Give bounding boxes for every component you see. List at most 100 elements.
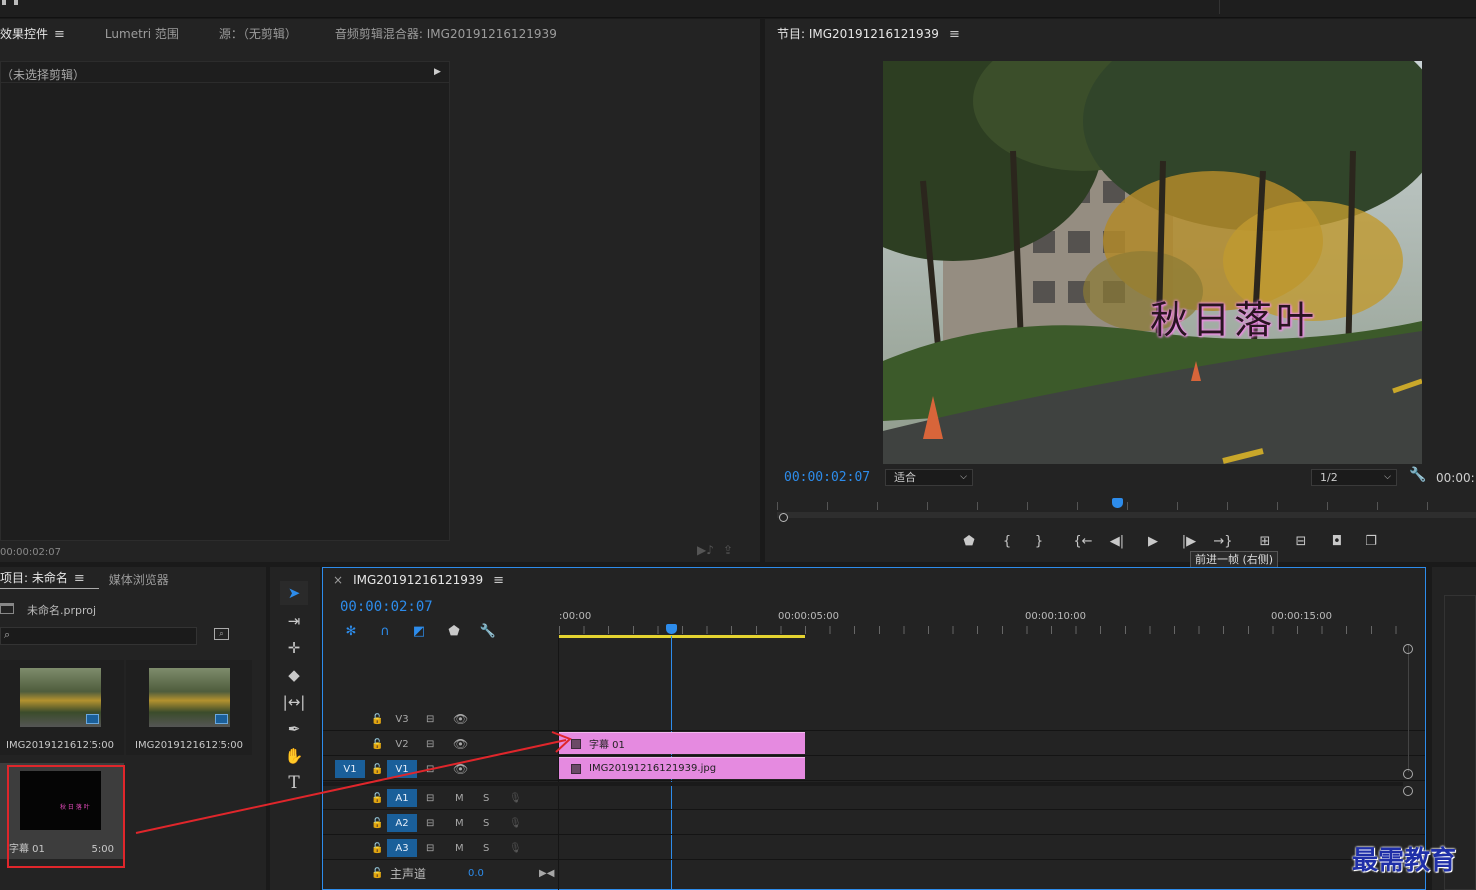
add-marker-icon[interactable]: ⬟: [442, 621, 466, 641]
ruler-label: 00:00:05:00: [778, 611, 840, 622]
razor-tool-icon[interactable]: ◆: [280, 663, 308, 687]
master-jump-icon[interactable]: ▶◀: [539, 864, 554, 882]
hamburger-icon[interactable]: ≡: [949, 27, 960, 42]
master-label: 主声道: [390, 866, 427, 881]
find-bin-icon[interactable]: ⌕: [214, 628, 229, 640]
step-back-icon[interactable]: ◀|: [1105, 531, 1129, 551]
hamburger-icon[interactable]: ≡: [54, 27, 65, 42]
scrub-track: [777, 512, 1476, 518]
sequence-badge-icon: [215, 714, 228, 724]
clip-name: IMG20191216121939.jpg: [589, 763, 717, 774]
eye-icon[interactable]: 👁: [453, 710, 468, 728]
tab-project[interactable]: 项目: 未命名 ≡: [0, 569, 99, 589]
tab-media-browser[interactable]: 媒体浏览器: [99, 571, 183, 588]
sync-lock-icon[interactable]: ⊟: [426, 839, 434, 857]
project-search-input[interactable]: ⌕: [0, 627, 197, 645]
lock-icon[interactable]: 🔓: [371, 839, 383, 857]
project-panel: 项目: 未命名 ≡ 媒体浏览器 未命名.prproj ⌕ ⌕ IMG2019121…: [0, 567, 266, 890]
solo-button[interactable]: S: [483, 839, 489, 857]
scrub-start-circle[interactable]: [779, 513, 788, 522]
resolution-select[interactable]: 1/2 ⌵: [1311, 469, 1397, 486]
play-icon[interactable]: ▶: [1141, 531, 1165, 551]
close-icon[interactable]: ×: [323, 573, 349, 587]
effects-list-area: （未选择剪辑） ▶: [0, 61, 450, 541]
ripple-edit-tool-icon[interactable]: ✛: [280, 636, 308, 660]
extract-icon[interactable]: ⊟: [1289, 531, 1313, 551]
workspace-bar: [640, 0, 1220, 14]
work-area-bar[interactable]: [559, 635, 805, 638]
no-clip-label: （未选择剪辑）: [1, 68, 86, 82]
linked-selection-icon[interactable]: ◩: [407, 621, 431, 641]
wrench-icon[interactable]: 🔧: [1409, 467, 1426, 483]
title-clip[interactable]: 字幕 01: [559, 732, 805, 754]
scroll-handle-top[interactable]: [1403, 644, 1413, 654]
lock-icon[interactable]: 🔓: [371, 710, 383, 728]
track-v3: 🔓 V3 ⊟ 👁: [323, 707, 1425, 731]
camera-icon[interactable]: ◘: [1325, 531, 1349, 551]
microphone-icon[interactable]: 🎙: [509, 839, 522, 857]
project-file-name: 未命名.prproj: [27, 604, 97, 617]
image-clip[interactable]: IMG20191216121939.jpg: [559, 757, 805, 779]
hamburger-icon[interactable]: ≡: [74, 571, 85, 586]
title-overlay-text: 秋日落叶: [1150, 298, 1319, 342]
program-scrub-ruler[interactable]: [777, 496, 1476, 522]
clip-name: 字幕 01: [589, 740, 625, 751]
tab-sequence[interactable]: IMG20191216121939 ≡: [349, 573, 508, 588]
mark-out-icon[interactable]: }: [1027, 531, 1051, 551]
selection-tool-icon[interactable]: ➤: [280, 581, 308, 605]
audio-play-icon[interactable]: ▶♪: [697, 543, 714, 557]
time-ruler[interactable]: :00:00 00:00:05:00 00:00:10:00 00:00:15:…: [559, 608, 1404, 638]
sync-lock-icon[interactable]: ⊟: [426, 710, 434, 728]
scroll-handle-bottom[interactable]: [1403, 769, 1413, 779]
scroll-handle-audio[interactable]: [1403, 786, 1413, 796]
lift-icon[interactable]: ⊞: [1253, 531, 1277, 551]
go-to-in-icon[interactable]: {←: [1071, 531, 1095, 551]
master-volume-value[interactable]: 0.0: [468, 864, 484, 882]
export-icon[interactable]: ⇪: [723, 543, 733, 557]
tab-lumetri-scopes[interactable]: Lumetri 范围: [79, 25, 193, 42]
watermark: 最需教育: [1352, 846, 1457, 876]
project-item[interactable]: IMG20191216121... 5:00: [0, 660, 124, 755]
ruler-label: 00:00:10:00: [1025, 611, 1087, 622]
slip-tool-icon[interactable]: |↔|: [280, 690, 308, 714]
scrub-ticks: [777, 502, 1476, 510]
step-forward-icon[interactable]: |▶: [1177, 531, 1201, 551]
expand-arrow-icon[interactable]: ▶: [434, 67, 441, 77]
wrench-icon[interactable]: 🔧: [476, 621, 500, 641]
fit-select[interactable]: 适合 ⌵: [885, 469, 973, 486]
compare-icon[interactable]: ❐: [1359, 531, 1383, 551]
lock-icon[interactable]: 🔓: [371, 864, 383, 882]
mark-in-icon[interactable]: {: [995, 531, 1019, 551]
item-name: IMG20191216121...: [6, 740, 91, 751]
track-select-tool-icon[interactable]: ⇥: [280, 609, 308, 633]
effect-controls-panel: 效果控件 ≡ Lumetri 范围 源：（无剪辑） 音频剪辑混合器: IMG201…: [0, 19, 760, 562]
video-badge-icon: [86, 714, 99, 724]
item-duration: 5:00: [91, 740, 114, 751]
video-scrollbar[interactable]: [1408, 644, 1414, 772]
tab-source[interactable]: 源：（无剪辑）: [193, 25, 311, 42]
nest-icon[interactable]: ✻: [339, 621, 363, 641]
playhead-marker[interactable]: [1112, 498, 1123, 508]
selection-highlight-box: [7, 765, 125, 868]
mute-button[interactable]: M: [455, 839, 464, 857]
program-monitor-panel: 节目: IMG20191216121939 ≡ 秋日落叶 00:00:02:07…: [765, 19, 1476, 562]
track-label[interactable]: A3: [387, 839, 417, 857]
chevron-down-icon: ⌵: [960, 472, 967, 482]
top-menu-strip: [0, 0, 1476, 18]
go-to-out-icon[interactable]: →}: [1211, 531, 1235, 551]
ruler-label: 00:00:15:00: [1271, 611, 1333, 622]
timeline-timecode[interactable]: 00:00:02:07: [340, 599, 433, 615]
track-master: 🔓 主声道 0.0 ▶◀: [323, 861, 1425, 885]
effects-header-divider: [1, 82, 449, 83]
program-video-frame[interactable]: 秋日落叶: [883, 61, 1422, 464]
tab-audio-clip-mixer[interactable]: 音频剪辑混合器: IMG20191216121939: [311, 25, 571, 42]
hamburger-icon[interactable]: ≡: [493, 573, 504, 588]
program-monitor-title[interactable]: 节目: IMG20191216121939 ≡: [765, 25, 974, 42]
snap-magnet-icon[interactable]: ∩: [373, 621, 397, 641]
program-timecode[interactable]: 00:00:02:07: [784, 470, 870, 485]
add-marker-icon[interactable]: ⬟: [957, 531, 981, 551]
timeline-options: ✻ ∩ ◩ ⬟ 🔧: [343, 621, 503, 639]
tab-effect-controls[interactable]: 效果控件 ≡: [0, 25, 79, 42]
playhead-marker[interactable]: [666, 624, 677, 634]
track-label[interactable]: V3: [387, 710, 417, 728]
